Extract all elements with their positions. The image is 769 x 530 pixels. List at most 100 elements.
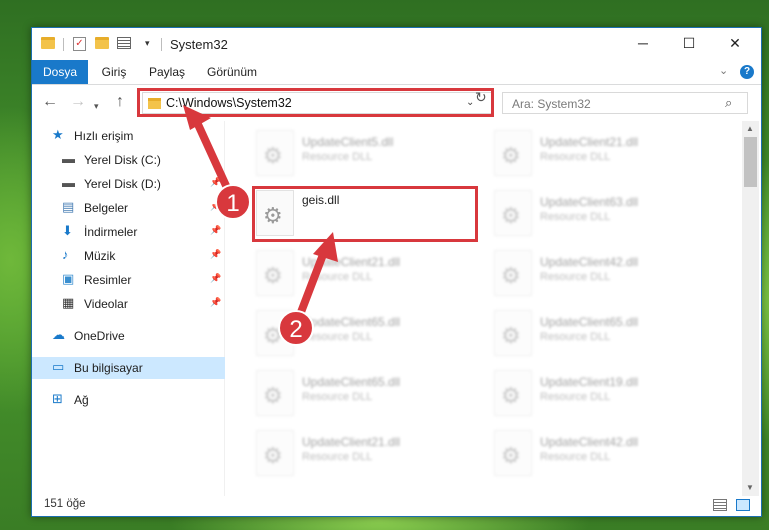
help-icon[interactable]: ? [740, 65, 754, 79]
sidebar-item[interactable]: ▦ Videolar 📌 [32, 293, 225, 315]
download-icon: ⬇ [62, 223, 73, 238]
pin-icon[interactable]: 📌 [210, 201, 221, 212]
back-arrow-icon[interactable]: ← [42, 92, 58, 112]
gear-icon: ⚙ [501, 143, 521, 168]
file-item[interactable]: ⚙ UpdateClient42.dll Resource DLL [489, 425, 721, 481]
window-title: System32 [170, 37, 228, 52]
up-arrow-icon[interactable]: ↑ [116, 92, 124, 112]
file-item[interactable]: ⚙ UpdateClient65.dll Resource DLL [251, 365, 483, 421]
recent-dropdown-icon[interactable]: ▾ [94, 96, 99, 116]
rename-icon[interactable] [117, 37, 131, 49]
sidebar-item[interactable]: ▭ Bu bilgisayar [32, 357, 225, 379]
drive-icon: ▬ [62, 151, 75, 166]
gear-icon: ⚙ [501, 443, 521, 468]
sidebar-item-label: Müzik [84, 249, 116, 263]
drive-icon: ▬ [62, 175, 75, 190]
file-type: Resource DLL [302, 331, 373, 343]
star-icon: ★ [52, 127, 64, 142]
search-icon[interactable]: ⌕ [725, 95, 732, 111]
properties-check-icon[interactable]: ✓ [73, 37, 86, 51]
sidebar-item[interactable]: ▬ Yerel Disk (D:) 📌 [32, 173, 225, 195]
dll-file-icon: ⚙ [494, 250, 532, 296]
minimize-button[interactable]: ─ [620, 28, 666, 58]
pin-icon[interactable]: 📌 [210, 177, 221, 188]
file-name: UpdateClient65.dll [302, 375, 401, 389]
folder-icon [41, 37, 55, 49]
file-item[interactable]: ⚙ UpdateClient65.dll Resource DLL [251, 305, 483, 361]
file-type: Resource DLL [540, 331, 611, 343]
tab-view[interactable]: Görünüm [202, 60, 262, 84]
dll-file-icon: ⚙ [494, 430, 532, 476]
new-folder-icon[interactable] [95, 37, 109, 49]
file-type: Resource DLL [302, 151, 373, 163]
scroll-down-icon[interactable]: ▼ [746, 483, 754, 492]
gear-icon: ⚙ [263, 143, 283, 168]
sidebar-item[interactable]: ▬ Yerel Disk (C:) [32, 149, 225, 171]
scroll-up-icon[interactable]: ▲ [746, 124, 754, 133]
pictures-icon: ▣ [62, 271, 75, 286]
file-item[interactable]: ⚙ UpdateClient42.dll Resource DLL [489, 245, 721, 301]
close-button[interactable]: ✕ [712, 28, 758, 58]
gear-icon: ⚙ [263, 443, 283, 468]
tab-home[interactable]: Giriş [94, 60, 134, 84]
file-type: Resource DLL [302, 391, 373, 403]
file-item[interactable]: ⚙ UpdateClient21.dll Resource DLL [251, 425, 483, 481]
file-name: UpdateClient21.dll [302, 435, 401, 449]
file-name: UpdateClient21.dll [302, 255, 401, 269]
search-input[interactable]: Ara: System32 ⌕ [502, 92, 748, 114]
file-name: UpdateClient65.dll [540, 315, 639, 329]
sidebar-item[interactable]: ⬇ İndirmeler 📌 [32, 221, 225, 243]
qat-separator [63, 38, 64, 51]
qat-dropdown-icon[interactable]: ▾ [145, 38, 150, 49]
dll-file-icon: ⚙ [256, 130, 294, 176]
cloud-icon: ☁ [52, 327, 65, 342]
file-name: UpdateClient42.dll [540, 255, 639, 269]
sidebar-item[interactable]: ▣ Resimler 📌 [32, 269, 225, 291]
gear-icon: ⚙ [501, 203, 521, 228]
gear-icon: ⚙ [263, 263, 283, 288]
gear-icon: ⚙ [501, 323, 521, 348]
vertical-scrollbar[interactable]: ▲ ▼ [742, 121, 759, 496]
file-item[interactable]: ⚙ UpdateClient21.dll Resource DLL [489, 125, 721, 181]
dll-file-icon: ⚙ [256, 370, 294, 416]
file-type: Resource DLL [540, 451, 611, 463]
tab-share[interactable]: Paylaş [142, 60, 192, 84]
pin-icon[interactable]: 📌 [210, 249, 221, 260]
file-type: Resource DLL [302, 271, 373, 283]
file-name: UpdateClient42.dll [540, 435, 639, 449]
search-placeholder: Ara: System32 [512, 97, 591, 111]
pin-icon[interactable]: 📌 [210, 273, 221, 284]
sidebar-item[interactable]: ♪ Müzik 📌 [32, 245, 225, 267]
scroll-thumb[interactable] [744, 137, 757, 187]
file-item[interactable]: ⚙ UpdateClient65.dll Resource DLL [489, 305, 721, 361]
sidebar-item-label: Ağ [74, 393, 89, 407]
dll-file-icon: ⚙ [494, 310, 532, 356]
pin-icon[interactable]: 📌 [210, 225, 221, 236]
expand-ribbon-icon[interactable]: ⌄ [719, 64, 728, 77]
qat-separator [161, 38, 162, 51]
file-item[interactable]: ⚙ UpdateClient63.dll Resource DLL [489, 185, 721, 241]
tiles-view-icon[interactable] [736, 499, 750, 511]
details-view-icon[interactable] [713, 499, 727, 511]
dll-file-icon: ⚙ [256, 310, 294, 356]
sidebar-item[interactable]: ⊞ Ağ [32, 389, 225, 411]
file-item[interactable]: ⚙ UpdateClient21.dll Resource DLL [251, 245, 483, 301]
file-name: UpdateClient21.dll [540, 135, 639, 149]
pin-icon[interactable]: 📌 [210, 297, 221, 308]
sidebar-item[interactable]: ▤ Belgeler 📌 [32, 197, 225, 219]
file-item[interactable]: ⚙ UpdateClient5.dll Resource DLL [251, 125, 483, 181]
sidebar-item-label: Resimler [84, 273, 132, 287]
sidebar-item-label: OneDrive [74, 329, 125, 343]
sidebar-item[interactable]: ★ Hızlı erişim [32, 125, 225, 147]
file-type: Resource DLL [540, 151, 611, 163]
tab-file[interactable]: Dosya [32, 60, 88, 84]
file-type: Resource DLL [302, 451, 373, 463]
gear-icon: ⚙ [501, 383, 521, 408]
gear-icon: ⚙ [263, 323, 283, 348]
maximize-button[interactable]: ☐ [666, 28, 712, 58]
file-item[interactable]: ⚙ UpdateClient19.dll Resource DLL [489, 365, 721, 421]
item-count: 151 öğe [44, 498, 86, 510]
forward-arrow-icon[interactable]: → [70, 92, 86, 112]
sidebar-item[interactable]: ☁ OneDrive [32, 325, 225, 347]
sidebar-item-label: Yerel Disk (D:) [84, 177, 161, 191]
